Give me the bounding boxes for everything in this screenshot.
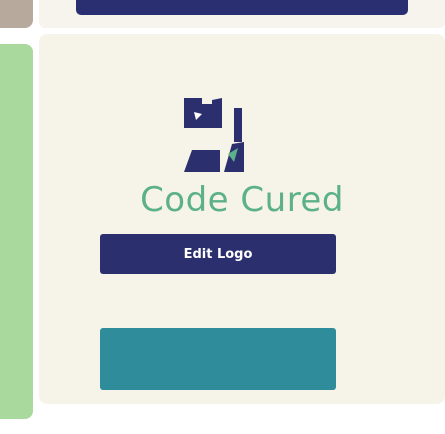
- edit-logo-button[interactable]: Edit Logo: [100, 234, 336, 274]
- color-swatch-teal[interactable]: [100, 328, 336, 390]
- previous-logo-card[interactable]: [39, 0, 445, 28]
- cat-face-logo-icon: [184, 98, 244, 172]
- color-swatch-green[interactable]: [0, 44, 33, 419]
- logo-editor-view: Code Cured Edit Logo: [0, 0, 445, 434]
- brand-name: Code Cured: [140, 180, 344, 220]
- color-swatch-tan[interactable]: [0, 0, 33, 28]
